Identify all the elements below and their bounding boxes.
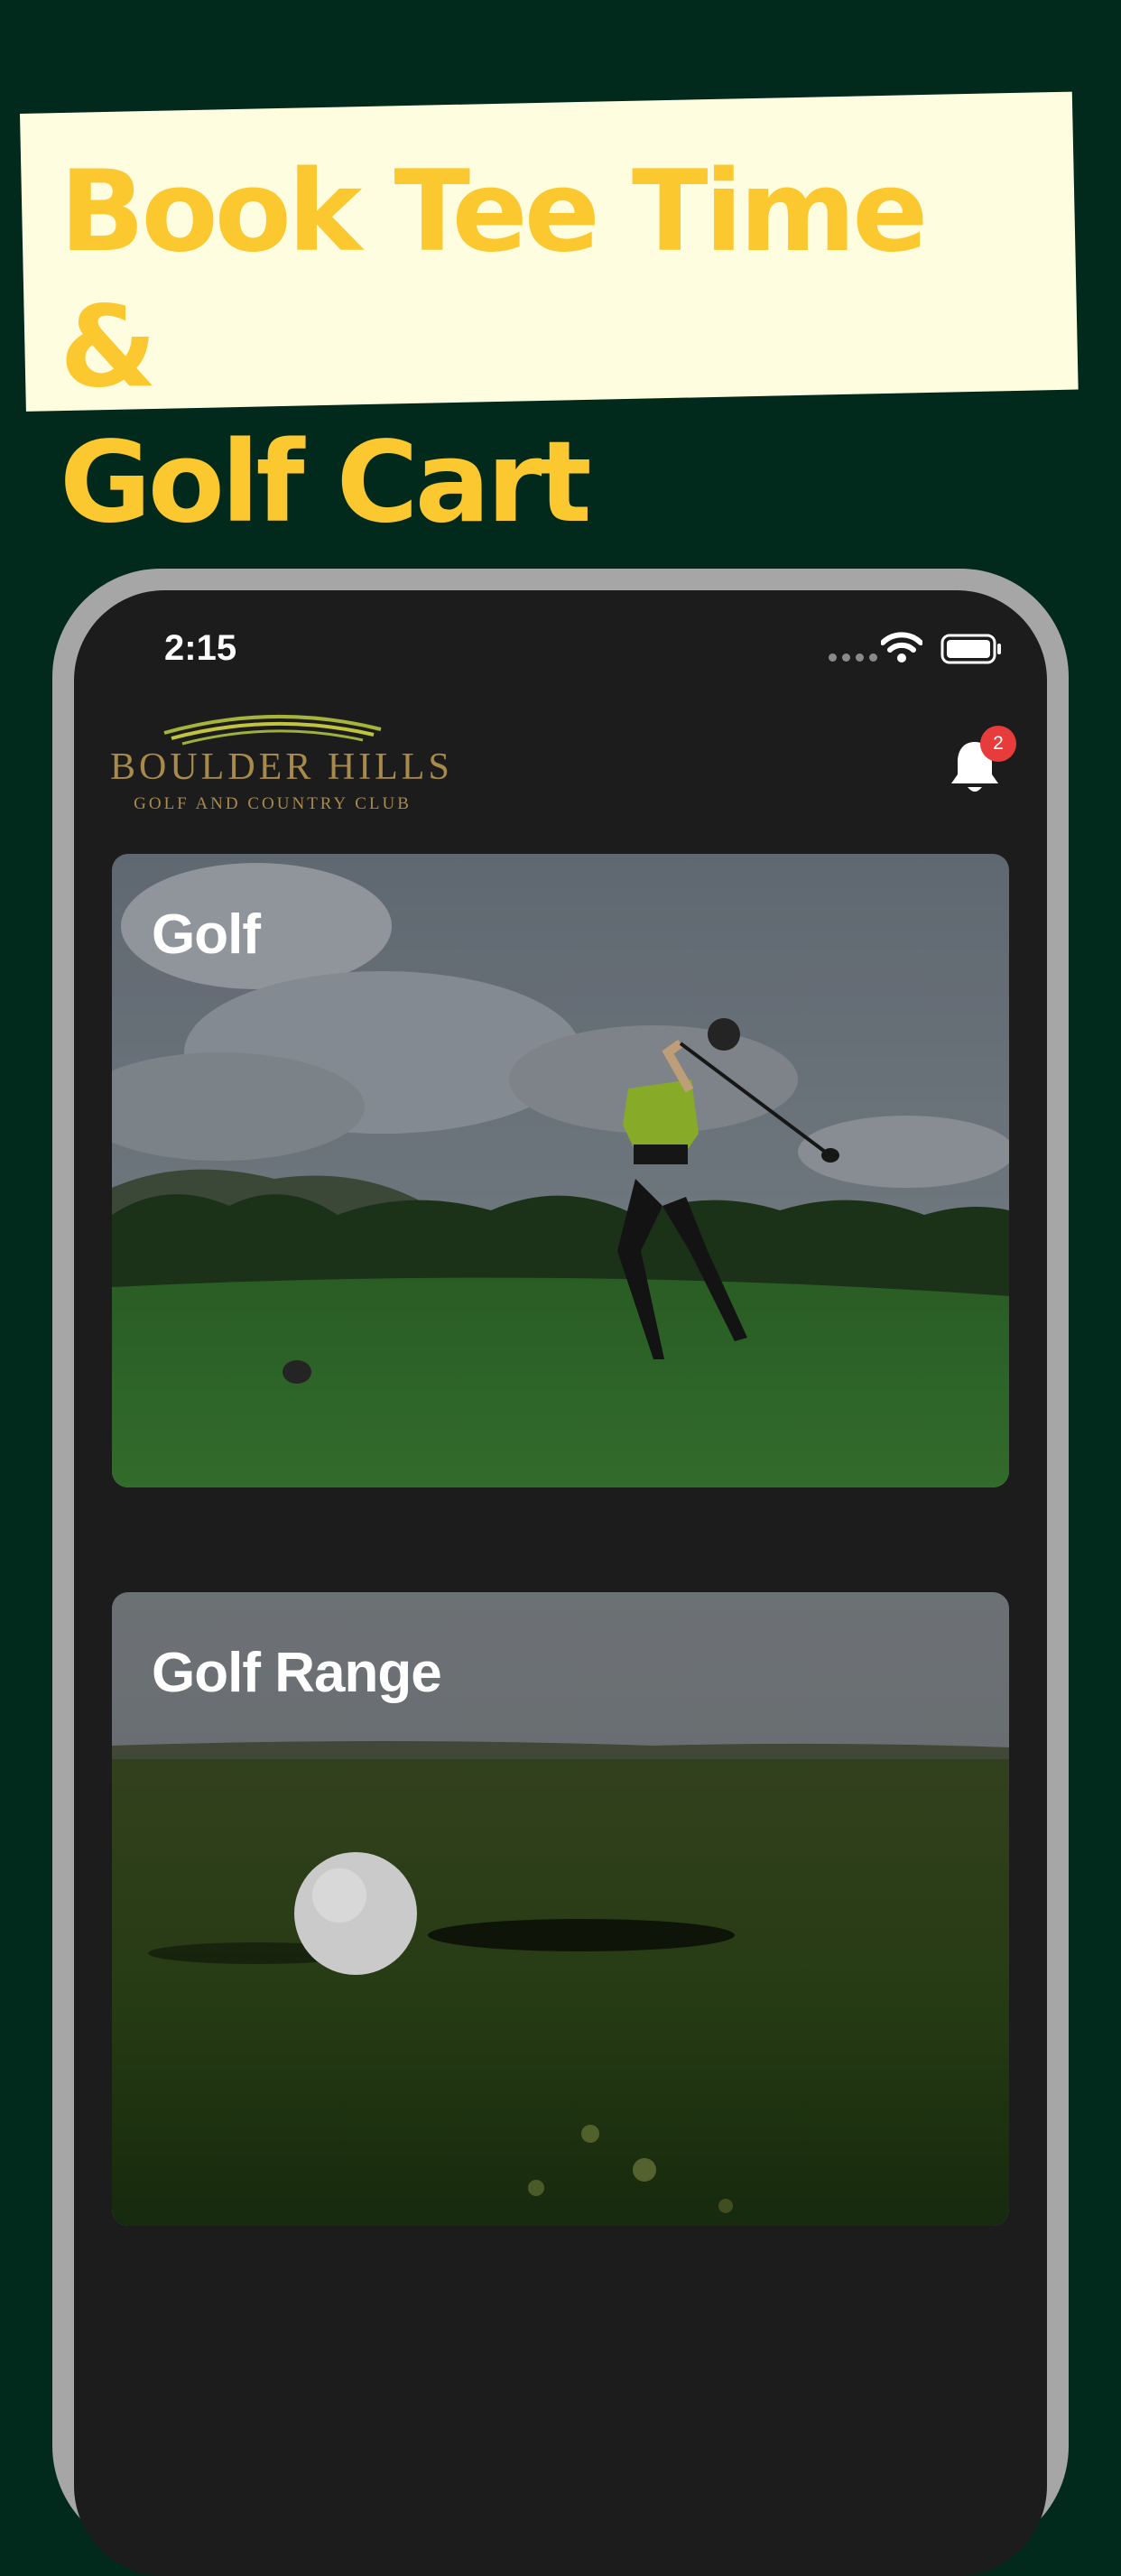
logo-swoosh-icon [163,715,382,746]
status-time: 2:15 [164,628,237,668]
notifications-button[interactable]: 2 [942,726,1016,798]
headline-line-2: Golf Cart [60,418,592,548]
golf-range-card-title: Golf Range [152,1642,442,1704]
phone-screen: 2:15 BOULDER HILLS GOLF AND COUNTRY CLUB… [74,590,1047,2576]
battery-icon [940,634,1001,664]
logo-name: BOULDER HILLS [110,746,453,788]
wifi-icon [881,632,922,663]
headline: Book Tee Time & Golf Cart [60,144,1052,551]
golf-range-card[interactable]: Golf Range [112,1592,1009,2226]
cellular-signal-icon [829,653,877,662]
logo-tagline: GOLF AND COUNTRY CLUB [134,794,412,813]
golf-card-title: Golf [152,903,261,966]
headline-line-1: Book Tee Time & [60,147,928,412]
golf-card[interactable]: Golf [112,854,1009,1487]
notification-badge: 2 [980,726,1016,762]
club-logo: BOULDER HILLS GOLF AND COUNTRY CLUB [110,708,453,816]
